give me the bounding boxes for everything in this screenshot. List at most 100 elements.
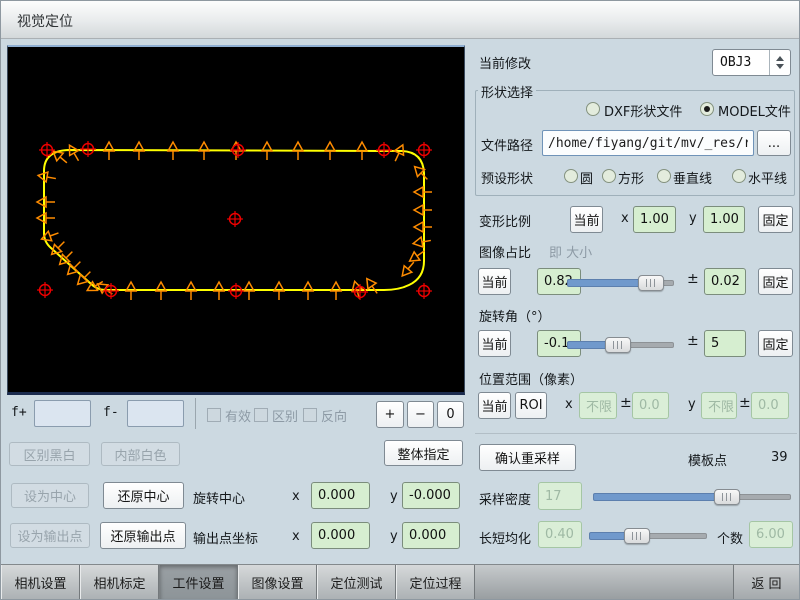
model-file-radio-label[interactable]: MODEL文件 xyxy=(718,101,791,120)
center-y-field[interactable]: -0.000 xyxy=(402,482,460,509)
bottom-tab-bar: 相机设置 相机标定 工件设置 图像设置 定位测试 定位过程 返 回 xyxy=(1,564,799,600)
inner-white-button: 内部白色 xyxy=(101,442,180,466)
file-path-input[interactable] xyxy=(542,130,754,156)
back-button[interactable]: 返 回 xyxy=(733,565,799,600)
ratio-pm-sign: ± xyxy=(687,271,699,287)
sample-point-arrow-icon xyxy=(168,142,178,160)
preset-hline-radio[interactable] xyxy=(732,169,746,183)
distinguish-checkbox[interactable] xyxy=(254,408,268,422)
model-file-radio[interactable] xyxy=(700,102,714,116)
tab-positioning-process[interactable]: 定位过程 xyxy=(396,565,475,600)
preset-vline-radio[interactable] xyxy=(657,169,671,183)
tab-workpiece-settings[interactable]: 工件设置 xyxy=(159,565,238,600)
density-label: 采样密度 xyxy=(479,489,531,508)
ratio-slider[interactable] xyxy=(567,274,674,290)
title-bar: 视觉定位 xyxy=(1,1,799,39)
spinner-arrows-icon[interactable] xyxy=(769,50,790,75)
density-slider-handle[interactable] xyxy=(714,489,740,505)
template-points-count: 39 xyxy=(771,450,788,465)
position-x-tol-field: 0.0 xyxy=(632,392,669,419)
crosshair-marker-icon xyxy=(352,284,368,300)
position-current-button[interactable]: 当前 xyxy=(478,392,511,419)
zero-button[interactable]: 0 xyxy=(437,401,464,428)
minus-button[interactable]: − xyxy=(407,401,434,428)
page-title: 视觉定位 xyxy=(17,11,73,31)
sample-point-arrow-icon xyxy=(262,142,272,160)
rotation-slider-handle[interactable] xyxy=(605,337,631,353)
ratio-tol-field[interactable]: 0.02 xyxy=(704,268,746,295)
sample-point-arrow-icon xyxy=(199,142,209,160)
rotation-center-label: 旋转中心 xyxy=(193,488,245,507)
crosshair-marker-icon xyxy=(230,142,246,158)
valid-checkbox[interactable] xyxy=(207,408,221,422)
f-plus-label: f+ xyxy=(11,405,27,420)
sample-point-arrow-icon xyxy=(65,143,83,164)
averaging-slider[interactable] xyxy=(589,527,707,543)
crosshair-marker-icon xyxy=(227,211,243,227)
spin-down-icon[interactable] xyxy=(776,64,784,69)
object-selector[interactable]: OBJ3 xyxy=(712,49,791,76)
rotation-fix-button[interactable]: 固定 xyxy=(758,330,793,357)
ratio-slider-handle[interactable] xyxy=(638,275,664,291)
sample-point-arrow-icon xyxy=(40,228,60,244)
scale-x-field[interactable]: 1.00 xyxy=(633,206,676,233)
density-slider[interactable] xyxy=(593,488,791,504)
confirm-resample-button[interactable]: 确认重采样 xyxy=(479,444,576,471)
tab-image-settings[interactable]: 图像设置 xyxy=(238,565,317,600)
set-output-button: 设为输出点 xyxy=(10,523,90,548)
center-x-label: x xyxy=(292,489,300,504)
scale-y-field[interactable]: 1.00 xyxy=(703,206,745,233)
position-x-label: x xyxy=(565,397,573,412)
scale-fix-button[interactable]: 固定 xyxy=(758,206,793,233)
browse-button[interactable]: ... xyxy=(757,130,791,156)
f-minus-input[interactable] xyxy=(127,400,184,427)
sample-point-arrow-icon xyxy=(37,213,55,223)
tab-camera-settings[interactable]: 相机设置 xyxy=(1,565,80,600)
preset-square-label[interactable]: 方形 xyxy=(618,168,644,187)
spin-up-icon[interactable] xyxy=(776,56,784,61)
rotation-slider[interactable] xyxy=(567,336,674,352)
count-label: 个数 xyxy=(717,528,743,547)
output-coord-label: 输出点坐标 xyxy=(193,528,258,547)
distinguish-bw-button: 区别黑白 xyxy=(9,442,90,466)
restore-output-button[interactable]: 还原输出点 xyxy=(100,522,186,549)
tab-positioning-test[interactable]: 定位测试 xyxy=(317,565,396,600)
ratio-label: 图像占比 xyxy=(479,242,531,261)
whole-designate-button[interactable]: 整体指定 xyxy=(384,440,463,466)
vision-canvas[interactable] xyxy=(8,47,464,392)
scale-current-button[interactable]: 当前 xyxy=(570,206,603,233)
dxf-file-radio[interactable] xyxy=(586,102,600,116)
vision-positioning-dialog: 视觉定位 当前修改 OBJ3 形状选择 DXF形状文件 MODEL文件 文件路径… xyxy=(0,0,800,600)
preset-circle-label[interactable]: 圆 xyxy=(580,168,593,187)
reverse-checkbox[interactable] xyxy=(303,408,317,422)
position-range-label: 位置范围（像素） xyxy=(479,369,583,388)
plus-button[interactable]: + xyxy=(376,401,404,428)
ratio-current-button[interactable]: 当前 xyxy=(478,268,511,295)
sample-point-arrow-icon xyxy=(126,282,136,300)
dxf-file-radio-label[interactable]: DXF形状文件 xyxy=(604,101,682,120)
tab-camera-calibration[interactable]: 相机标定 xyxy=(80,565,159,600)
scale-x-label: x xyxy=(621,211,629,226)
restore-center-button[interactable]: 还原中心 xyxy=(103,482,184,509)
rotation-current-button[interactable]: 当前 xyxy=(478,330,511,357)
center-x-field[interactable]: 0.000 xyxy=(311,482,370,509)
crosshair-marker-icon xyxy=(80,141,96,157)
f-plus-input[interactable] xyxy=(34,400,91,427)
sample-point-arrow-icon xyxy=(325,142,335,160)
sample-point-arrow-icon xyxy=(331,282,341,300)
position-y-label: y xyxy=(688,397,696,412)
sample-point-arrow-icon xyxy=(293,142,303,160)
preset-square-radio[interactable] xyxy=(602,169,616,183)
sample-point-arrow-icon xyxy=(303,282,313,300)
preset-hline-label[interactable]: 水平线 xyxy=(748,168,787,187)
averaging-slider-handle[interactable] xyxy=(624,528,650,544)
crosshair-marker-icon xyxy=(416,283,432,299)
output-x-field[interactable]: 0.000 xyxy=(311,522,370,549)
valid-checkbox-label: 有效 xyxy=(225,406,251,425)
preset-vline-label[interactable]: 垂直线 xyxy=(673,168,712,187)
preset-circle-radio[interactable] xyxy=(564,169,578,183)
output-y-field[interactable]: 0.000 xyxy=(402,522,460,549)
roi-button[interactable]: ROI xyxy=(515,392,547,419)
ratio-fix-button[interactable]: 固定 xyxy=(758,268,793,295)
rotation-tol-field[interactable]: 5 xyxy=(704,330,746,357)
